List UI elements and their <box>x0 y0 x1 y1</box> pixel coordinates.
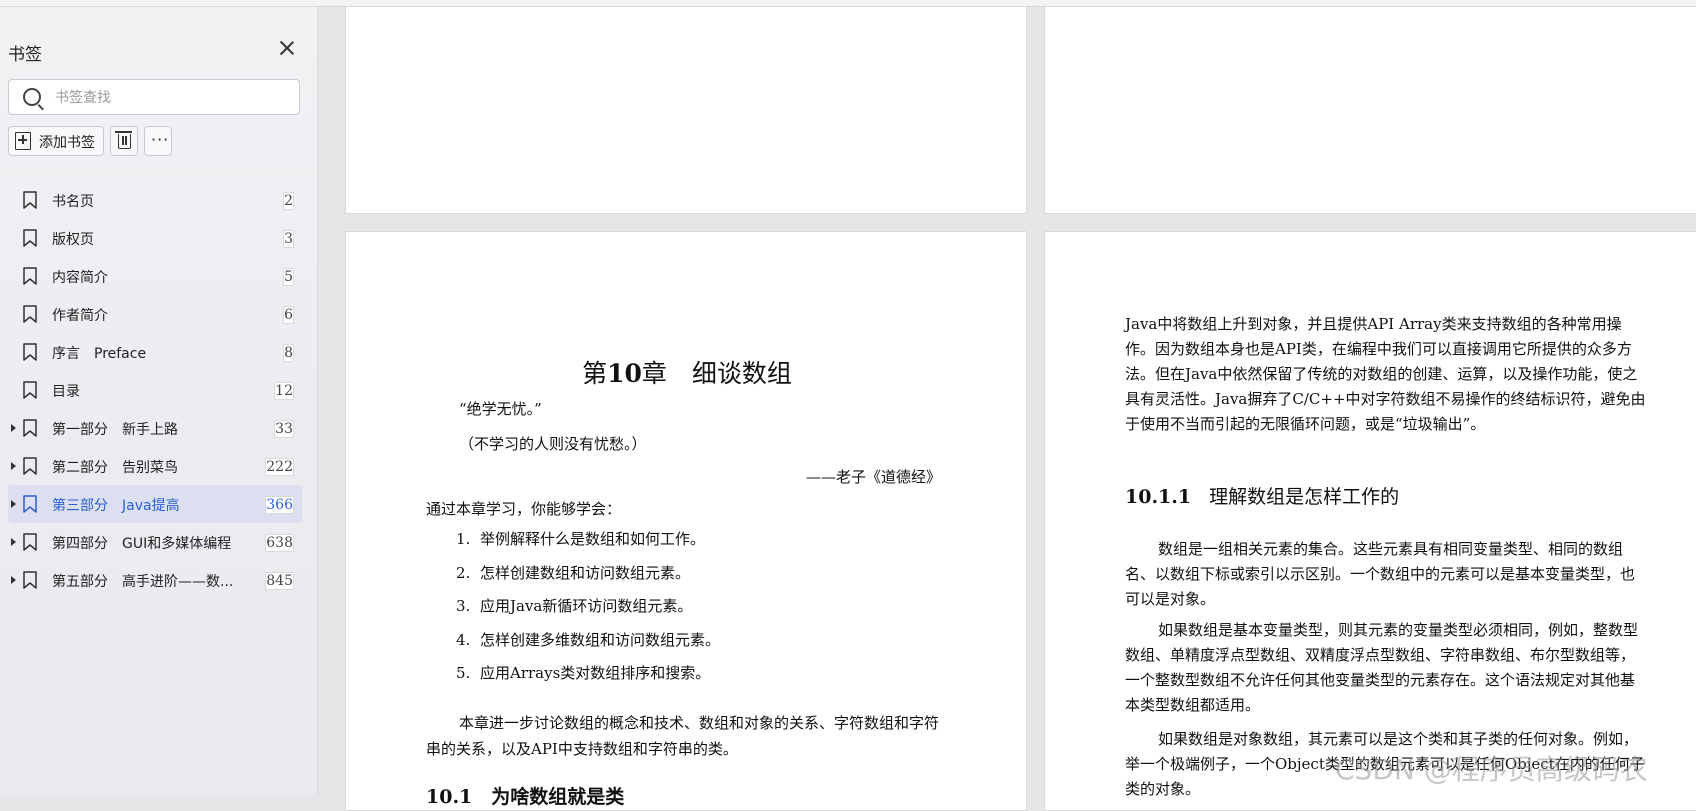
learning-intro: 通过本章学习，你能够学会： <box>426 500 622 518</box>
bookmark-page-number: 3 <box>283 230 294 248</box>
bookmark-item[interactable]: 第一部分 新手上路 33 <box>8 409 302 447</box>
learning-goals: 1. 举例解释什么是数组和如何工作。 2. 怎样创建数组和访问数组元素。 3. 应用Jav… <box>456 528 720 696</box>
list-item: 5. 应用Arrays类对数组排序和搜索。 <box>456 662 720 696</box>
bookmark-title: 书名页 <box>52 194 94 210</box>
list-item: 1. 举例解释什么是数组和如何工作。 <box>456 528 720 562</box>
bookmark-page-number: 33 <box>274 420 294 438</box>
chapter-title: 第10章 细谈数组 <box>582 359 792 388</box>
bookmark-icon <box>23 305 37 323</box>
add-bookmark-icon <box>15 132 31 150</box>
item-number: 2. <box>456 563 471 582</box>
item-text: 应用Java新循环访问数组元素。 <box>480 597 693 615</box>
item-number: 1. <box>456 530 471 548</box>
list-item: 4. 怎样创建多维数组和访问数组元素。 <box>456 629 720 663</box>
bookmark-page-number: 8 <box>283 344 294 362</box>
bookmark-item[interactable]: 序言 Preface 8 <box>8 333 302 371</box>
bookmark-list: 书名页 2 版权页 3 内容简介 5 作者简介 6 序言 Preface 8 目录 12 第一部分 新手… <box>0 181 317 599</box>
epigraph-translation: （不学习的人则没有忧愁。） <box>459 435 647 453</box>
item-text: 怎样创建多维数组和访问数组元素。 <box>480 630 721 649</box>
expand-arrow-icon[interactable] <box>11 424 16 432</box>
page-top-right <box>1044 6 1696 214</box>
expand-arrow-icon[interactable] <box>11 576 16 584</box>
bookmark-search <box>8 79 300 115</box>
add-bookmark-label: 添加书签 <box>39 135 95 151</box>
bookmark-icon <box>23 457 37 475</box>
bookmark-title: 作者简介 <box>52 308 108 324</box>
bookmark-item[interactable]: 第五部分 高手进阶——数... 845 <box>8 561 302 599</box>
bookmark-page-number: 638 <box>265 534 294 552</box>
bookmark-title: 第二部分 告别菜鸟 <box>52 460 178 476</box>
bookmark-icon <box>23 267 37 285</box>
panel-title: 书签 <box>8 45 42 65</box>
bookmark-page-number: 5 <box>283 268 294 286</box>
list-item: 3. 应用Java新循环访问数组元素。 <box>456 595 720 629</box>
bookmark-page-number: 6 <box>283 306 294 324</box>
more-icon: ··· <box>151 130 170 149</box>
page-chapter-10: 第10章 细谈数组 “绝学无忧。” （不学习的人则没有忧愁。） ——老子《道德经… <box>345 231 1027 811</box>
watermark: CSDN @程序员高级码农 <box>1335 753 1648 786</box>
bookmark-page-number: 366 <box>265 496 294 514</box>
section-number: 10.1.1 <box>1125 486 1192 508</box>
bookmark-icon <box>23 533 37 551</box>
chapter-number: 10 <box>607 359 642 388</box>
item-text: 怎样创建数组和访问数组元素。 <box>480 563 691 582</box>
item-number: 3. <box>456 597 471 615</box>
bookmark-title: 序言 Preface <box>52 346 147 362</box>
bookmark-item[interactable]: 目录 12 <box>8 371 302 409</box>
close-icon[interactable] <box>276 37 298 59</box>
bookmark-icon <box>23 343 37 361</box>
paragraph: 数组是一组相关元素的集合。这些元素具有相同变量类型、相同的数组名、以数组下标或索… <box>1125 540 1636 608</box>
bookmark-item[interactable]: 第三部分 Java提高 366 <box>8 485 302 523</box>
bookmark-title: 第五部分 高手进阶——数... <box>52 574 234 590</box>
bookmark-icon <box>23 571 37 589</box>
item-number: 4. <box>456 630 471 649</box>
bookmark-item[interactable]: 第二部分 告别菜鸟 222 <box>8 447 302 485</box>
add-bookmark-button[interactable]: 添加书签 <box>8 126 104 156</box>
bookmark-item[interactable]: 作者简介 6 <box>8 295 302 333</box>
expand-arrow-icon[interactable] <box>11 500 16 508</box>
bookmark-page-number: 845 <box>265 572 294 590</box>
paragraph: 如果数组是基本变量类型，则其元素的变量类型必须相同，例如，整数型数组、单精度浮点… <box>1125 621 1639 714</box>
list-item: 2. 怎样创建数组和访问数组元素。 <box>456 562 720 596</box>
bookmark-item[interactable]: 第四部分 GUI和多媒体编程 638 <box>8 523 302 561</box>
search-icon <box>23 88 41 106</box>
bookmark-icon <box>23 419 37 437</box>
section-heading: 10.1 为啥数组就是类 <box>426 786 625 808</box>
section-title: 理解数组是怎样工作的 <box>1209 486 1400 508</box>
page-section-10-1: Java中将数组上升到对象，并且提供API Array类来支持数组的各种常用操作… <box>1044 231 1696 811</box>
item-text: 举例解释什么是数组和如何工作。 <box>480 530 706 548</box>
bookmark-page-number: 12 <box>274 382 294 400</box>
chapter-overview: 本章进一步讨论数组的概念和技术、数组和对象的关系、字符数组和字符串的关系，以及A… <box>426 714 940 758</box>
bookmark-page-number: 222 <box>265 458 294 476</box>
bookmark-item[interactable]: 内容简介 5 <box>8 257 302 295</box>
bookmark-title: 第一部分 新手上路 <box>52 422 178 438</box>
bookmark-title: 第三部分 Java提高 <box>52 498 180 514</box>
bookmark-page-number: 2 <box>283 192 294 210</box>
bookmark-icon <box>23 229 37 247</box>
bookmark-item[interactable]: 书名页 2 <box>8 181 302 219</box>
bookmark-icon <box>23 381 37 399</box>
bookmark-item[interactable]: 版权页 3 <box>8 219 302 257</box>
item-number: 5. <box>456 664 471 682</box>
bookmark-icon <box>23 495 37 513</box>
delete-bookmark-button[interactable] <box>110 126 138 156</box>
section-heading: 10.1.1 理解数组是怎样工作的 <box>1125 482 1399 509</box>
more-options-button[interactable]: ··· <box>144 126 172 156</box>
epigraph-quote: “绝学无忧。” <box>459 400 542 418</box>
bookmark-search-input[interactable] <box>53 86 293 110</box>
bookmark-title: 第四部分 GUI和多媒体编程 <box>52 536 232 552</box>
epigraph-source: ——老子《道德经》 <box>805 468 941 486</box>
page-top-left <box>345 6 1027 214</box>
bookmark-panel: 书签 添加书签 ··· 书名页 2 版权页 3 内容简介 5 作者简介 6 序言 Preface… <box>0 7 318 795</box>
bookmark-title: 目录 <box>52 384 80 400</box>
bookmark-title: 内容简介 <box>52 270 108 286</box>
expand-arrow-icon[interactable] <box>11 462 16 470</box>
expand-arrow-icon[interactable] <box>11 538 16 546</box>
bookmark-icon <box>23 191 37 209</box>
bookmark-title: 版权页 <box>52 232 94 248</box>
item-text: 应用Arrays类对数组排序和搜索。 <box>480 664 711 682</box>
paragraph: Java中将数组上升到对象，并且提供API Array类来支持数组的各种常用操作… <box>1125 315 1646 433</box>
trash-icon <box>115 131 132 149</box>
